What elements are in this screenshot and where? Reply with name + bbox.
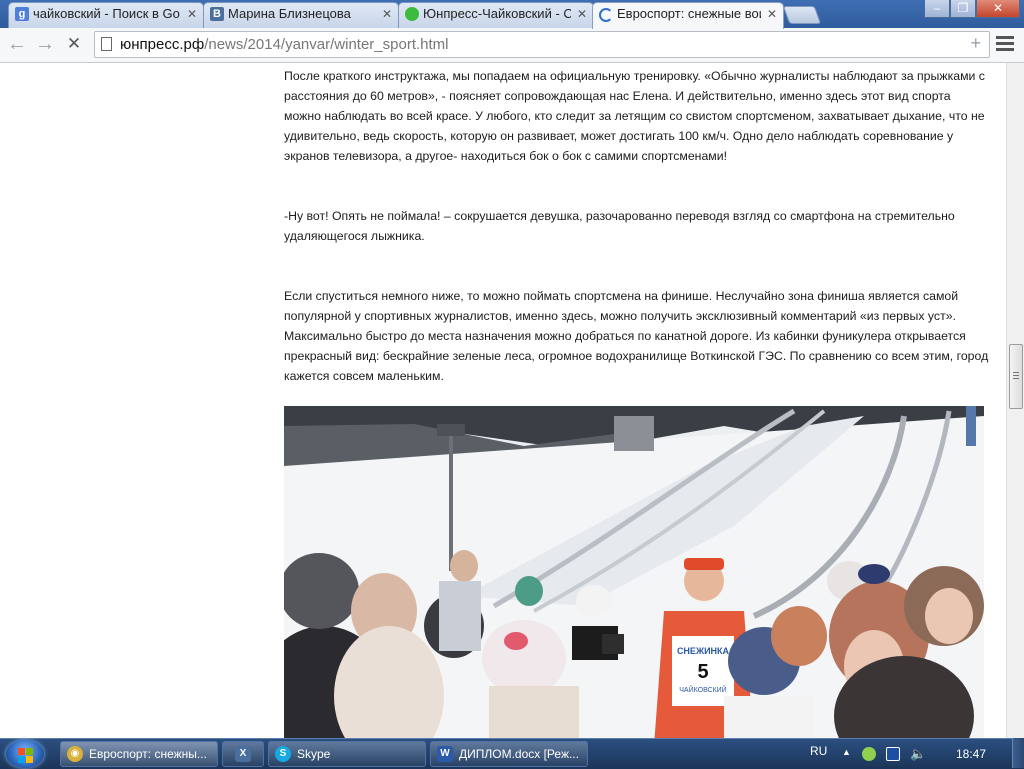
url-path: /news/2014/yanvar/winter_sport.html	[204, 36, 449, 53]
tab-eurosport-active[interactable]: Евроспорт: снежные вои ✕	[592, 2, 784, 29]
page-viewport: После краткого инструктажа, мы попадаем …	[0, 63, 1006, 738]
tab-strip: g чайковский - Поиск в Go ✕ В Марина Бли…	[0, 0, 1024, 29]
article-paragraph-3: Если спуститься немного ниже, то можно п…	[284, 289, 989, 383]
windows-logo-icon	[26, 756, 33, 763]
xnview-icon: X	[235, 746, 251, 762]
vertical-scrollbar[interactable]	[1006, 63, 1024, 738]
apple-green-icon	[405, 7, 419, 21]
bib-number: 5	[697, 661, 708, 683]
tab-title: Евроспорт: снежные вои	[617, 6, 761, 21]
skype-icon: S	[275, 746, 291, 762]
bookmark-star-icon[interactable]: +	[970, 33, 981, 54]
taskbar-item-label: Skype	[297, 747, 331, 761]
tray-expand-icon[interactable]: ▲	[842, 747, 851, 757]
minimize-button[interactable]: –	[924, 0, 950, 18]
windows-logo-icon	[18, 756, 25, 763]
scrollbar-thumb[interactable]	[1009, 344, 1023, 409]
browser-toolbar: ← → ✕ юнпресс.рф/news/2014/yanvar/winter…	[0, 28, 1024, 63]
tab-title: чайковский - Поиск в Go	[33, 6, 180, 21]
ski-jump-photo: СНЕЖИНКА 5 ЧАЙКОВСКИЙ	[284, 406, 984, 738]
taskbar-item-chrome[interactable]: ◉ Евроспорт: снежны...	[60, 741, 218, 767]
word-icon: W	[437, 746, 453, 762]
tab-close-icon[interactable]: ✕	[767, 3, 777, 25]
page-icon	[101, 37, 112, 51]
address-bar[interactable]: юнпресс.рф/news/2014/yanvar/winter_sport…	[94, 31, 990, 58]
bib-title: СНЕЖИНКА	[677, 646, 730, 656]
google-icon: g	[15, 7, 29, 21]
start-button[interactable]	[6, 740, 44, 768]
taskbar-item-xnview[interactable]: X	[222, 741, 264, 767]
loading-spinner-icon	[599, 8, 613, 22]
language-indicator[interactable]: RU	[810, 744, 827, 758]
browser-menu-icon[interactable]	[996, 36, 1014, 54]
tab-vk-profile[interactable]: В Марина Близнецова ✕	[203, 2, 399, 28]
tab-google-search[interactable]: g чайковский - Поиск в Go ✕	[8, 2, 204, 28]
article-paragraph-1: После краткого инструктажа, мы попадаем …	[284, 69, 985, 163]
grip-line	[1013, 372, 1019, 373]
taskbar-item-word[interactable]: W ДИПЛОМ.docx [Реж...	[430, 741, 588, 767]
tab-title: Марина Близнецова	[228, 6, 351, 21]
url-host: юнпресс.рф	[120, 36, 205, 53]
maximize-button[interactable]: ❐	[950, 0, 976, 18]
grip-line	[1013, 375, 1019, 376]
tab-close-icon[interactable]: ✕	[577, 3, 587, 25]
taskbar-item-label: Евроспорт: снежны...	[89, 747, 207, 761]
back-button[interactable]: ←	[5, 33, 29, 57]
vk-icon: В	[210, 7, 224, 21]
url-text[interactable]: юнпресс.рф/news/2014/yanvar/winter_sport…	[120, 35, 449, 54]
show-desktop-button[interactable]	[1012, 738, 1024, 768]
windows-taskbar: ◉ Евроспорт: снежны... X S Skype W ДИПЛО…	[0, 738, 1024, 769]
clock[interactable]: 18:47	[956, 747, 986, 761]
tab-title: Юнпресс-Чайковский - С	[423, 6, 571, 21]
chrome-icon: ◉	[67, 746, 83, 762]
stop-loading-button[interactable]: ✕	[62, 33, 86, 57]
article-photo[interactable]: СНЕЖИНКА 5 ЧАЙКОВСКИЙ	[284, 406, 984, 738]
volume-icon[interactable]: 🔈	[910, 747, 926, 761]
window-controls: – ❐ ✕	[924, 0, 1020, 20]
tab-close-icon[interactable]: ✕	[382, 3, 392, 25]
taskbar-item-skype[interactable]: S Skype	[268, 741, 426, 767]
tab-close-icon[interactable]: ✕	[187, 3, 197, 25]
taskbar-item-label: ДИПЛОМ.docx [Реж...	[459, 747, 579, 761]
windows-logo-icon	[26, 748, 33, 755]
tray-network-icon[interactable]	[886, 747, 900, 761]
windows-logo-icon	[18, 748, 25, 755]
bib-city: ЧАЙКОВСКИЙ	[679, 685, 726, 694]
close-window-button[interactable]: ✕	[976, 0, 1020, 18]
tray-app-icon[interactable]	[862, 747, 876, 761]
article-paragraph-2: -Ну вот! Опять не поймала! – сокрушается…	[284, 209, 955, 243]
new-tab-button[interactable]	[782, 6, 822, 24]
grip-line	[1013, 378, 1019, 379]
forward-button[interactable]: →	[33, 33, 57, 57]
tab-yunpress[interactable]: Юнпресс-Чайковский - С ✕	[398, 2, 594, 28]
